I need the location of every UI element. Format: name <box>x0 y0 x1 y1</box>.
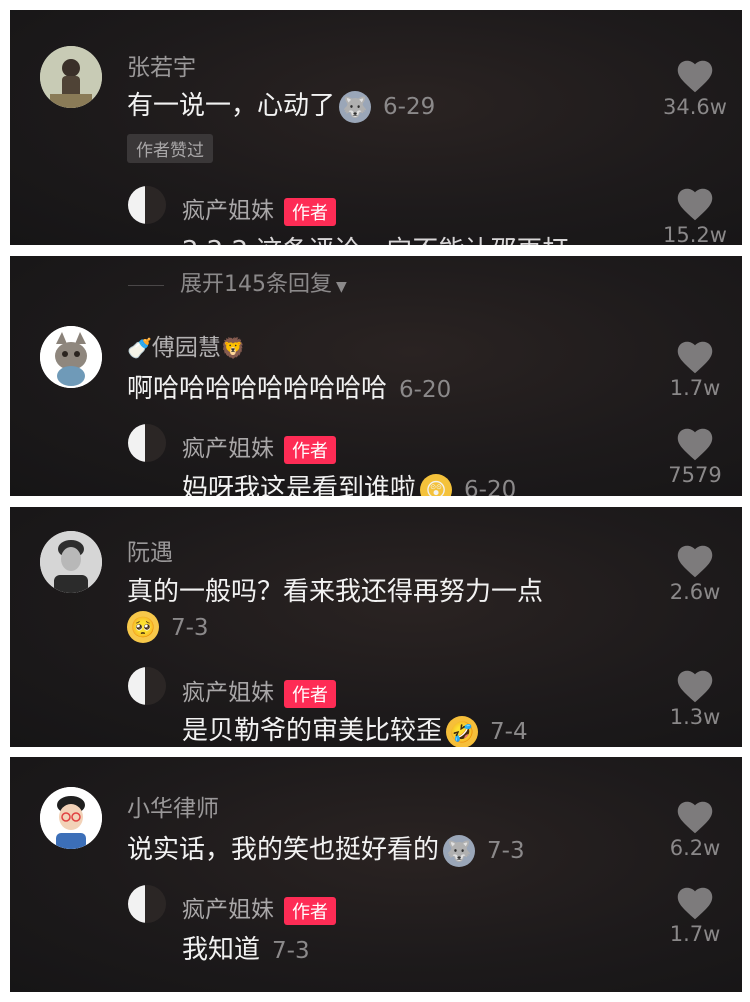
comment-panel-4: 小华律师 说实话，我的笑也挺好看的 🐺 7-3 6.2w 疯产姐妹 作者 我知道 7-3… <box>10 757 742 992</box>
reply-user-name: 疯产姐妹 <box>182 897 274 923</box>
author-badge: 作者 <box>284 197 336 226</box>
reply-body: 是贝勒爷的审美比较歪 <box>182 716 443 746</box>
author-badge: 作者 <box>284 435 336 464</box>
author-avatar[interactable] <box>128 186 166 224</box>
reply-text: 是贝勒爷的审美比较歪 🤣 7-4 <box>182 710 528 747</box>
like-button[interactable]: 2.6w <box>655 545 735 604</box>
reply-body: 我知道 <box>182 935 261 965</box>
comment-text: 有一说一，心动了 🐺 6-29 <box>127 85 435 123</box>
comment-date: 7-3 <box>171 614 209 641</box>
expand-replies-button[interactable]: 展开145条回复 ▼ <box>128 266 347 298</box>
triangle-down-icon: ▼ <box>336 279 347 295</box>
reply-username[interactable]: 疯产姐妹 作者 <box>182 890 336 925</box>
lion-icon: 🦁 <box>220 336 246 360</box>
portrait-avatar <box>40 531 102 593</box>
comment-username[interactable]: 小华律师 <box>127 789 219 823</box>
reply-username[interactable]: 疯产姐妹 作者 <box>182 191 336 226</box>
like-count: 6.2w <box>669 836 721 860</box>
comment-date: 6-29 <box>383 94 436 120</box>
avatar[interactable] <box>40 531 102 593</box>
heart-icon <box>677 341 713 374</box>
reply-user-name: 疯产姐妹 <box>182 680 274 706</box>
shocked-emoji-icon: 😲 <box>420 473 453 496</box>
heart-icon <box>677 670 713 703</box>
reply-text: 我知道 7-3 <box>182 929 310 966</box>
heart-icon <box>677 60 713 93</box>
reply-user-name: 疯产姐妹 <box>182 198 274 224</box>
comment-body: 说实话，我的笑也挺好看的 <box>127 835 440 865</box>
like-count: 7579 <box>668 463 722 487</box>
pleading-emoji-icon: 🥺 <box>127 611 159 643</box>
user-avatar-illustration <box>40 46 102 108</box>
husky-emoji-icon: 🐺 <box>443 834 476 867</box>
author-avatar[interactable] <box>128 424 166 462</box>
like-count: 1.7w <box>669 376 721 400</box>
comment-text: 真的一般吗？看来我还得再努力一点 <box>127 577 544 607</box>
author-badge: 作者 <box>284 679 336 708</box>
reply-username[interactable]: 疯产姐妹 作者 <box>182 429 336 464</box>
husky-emoji-icon: 🐺 <box>339 90 372 123</box>
comment-username[interactable]: 阮遇 <box>127 533 173 567</box>
like-count: 34.6w <box>663 95 727 119</box>
reply-date: 7-4 <box>490 719 528 745</box>
heart-icon <box>677 188 713 221</box>
like-button[interactable]: 34.6w <box>655 60 735 119</box>
avatar[interactable] <box>40 326 102 388</box>
comment-text: 啊哈哈哈哈哈哈哈哈哈 6-20 <box>127 368 451 405</box>
author-avatar[interactable] <box>128 667 166 705</box>
avatar[interactable] <box>40 787 102 849</box>
heart-icon <box>677 887 713 920</box>
like-button[interactable]: 1.7w <box>655 341 735 400</box>
reply-text: 2 2 2 这条评论，宁不能让邵再打 <box>182 230 568 245</box>
lawyer-avatar-illustration <box>40 787 102 849</box>
author-badge: 作者 <box>284 896 336 925</box>
expand-label: 展开145条回复 <box>180 272 332 297</box>
reply-like-button[interactable]: 1.7w <box>655 887 735 946</box>
reply-date: 6-20 <box>464 477 517 496</box>
like-count: 15.2w <box>663 223 727 245</box>
cat-avatar-illustration <box>40 326 102 388</box>
baby-bottle-icon: 🍼 <box>127 336 152 360</box>
like-count: 1.3w <box>669 705 721 729</box>
like-count: 1.7w <box>669 922 721 946</box>
reply-like-button[interactable]: 1.3w <box>655 670 735 729</box>
comment-username[interactable]: 张若宇 <box>127 48 196 82</box>
comment-username[interactable]: 🍼傅园慧🦁 <box>127 328 246 362</box>
laughing-crying-emoji-icon: 🤣 <box>446 715 479 747</box>
like-button[interactable]: 6.2w <box>655 801 735 860</box>
heart-icon <box>677 801 713 834</box>
like-count: 2.6w <box>669 580 721 604</box>
heart-icon <box>677 428 713 461</box>
avatar[interactable] <box>40 46 102 108</box>
reply-date: 7-3 <box>272 938 310 964</box>
reply-like-button[interactable]: 15.2w <box>655 188 735 245</box>
comment-text-line-2: 🥺 7-3 <box>127 611 209 643</box>
reply-username[interactable]: 疯产姐妹 作者 <box>182 673 336 708</box>
comment-body: 有一说一，心动了 <box>127 91 336 121</box>
reply-text: 妈呀我这是看到谁啦 😲 6-20 <box>182 468 516 496</box>
reply-body: 妈呀我这是看到谁啦 <box>182 474 417 496</box>
comment-date: 7-3 <box>487 838 525 864</box>
author-avatar[interactable] <box>128 885 166 923</box>
comment-user-name: 傅园慧 <box>151 335 221 361</box>
comment-body: 啊哈哈哈哈哈哈哈哈哈 <box>127 374 388 404</box>
comment-panel-2: 展开145条回复 ▼ 🍼傅园慧🦁 啊哈哈哈哈哈哈哈哈哈 6-20 1.7w 疯产姐妹… <box>10 256 742 496</box>
comment-panel-1: 张若宇 有一说一，心动了🐺 6-29 作者赞过 34.6w 疯产姐妹作者 2 2 … <box>10 10 742 245</box>
reply-like-button[interactable]: 7579 <box>655 428 735 487</box>
comment-text: 说实话，我的笑也挺好看的 🐺 7-3 <box>127 829 525 867</box>
comment-panel-3: 阮遇 真的一般吗？看来我还得再努力一点 🥺 7-3 2.6w 疯产姐妹 作者 是贝勒… <box>10 507 742 747</box>
comment-date: 6-20 <box>399 377 452 403</box>
reply-user-name: 疯产姐妹 <box>182 436 274 462</box>
author-liked-badge: 作者赞过 <box>127 134 213 163</box>
heart-icon <box>677 545 713 578</box>
divider-line <box>128 284 164 286</box>
